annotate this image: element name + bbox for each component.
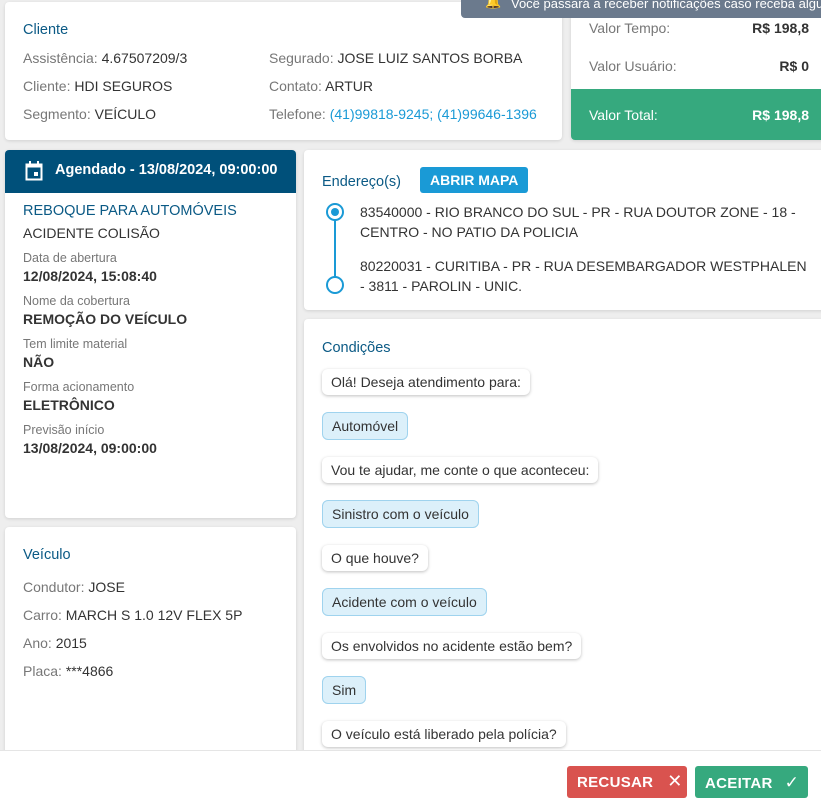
segmento-value: VEÍCULO [94,106,157,122]
label: Valor Usuário: [589,58,677,74]
chat-message-bot: Vou te ajudar, me conte o que aconteceu: [322,457,599,483]
address-destination: 80220031 - CURITIBA - PR - RUA DESEMBARG… [360,258,807,294]
motivo: ACIDENTE COLISÃO [23,225,160,241]
field-value: ELETRÔNICO [23,397,115,413]
field-value: NÃO [23,354,55,370]
recusar-button[interactable]: RECUSAR ✕ [567,766,687,798]
chat-message-user: Sinistro com o veículo [322,500,479,528]
toast-text: Você passará a receber notificações caso… [511,0,821,11]
carro-value: MARCH S 1.0 12V FLEX 5P [65,607,243,623]
label: Segmento: [23,106,91,122]
close-icon: ✕ [667,771,683,791]
label: Valor Total: [589,107,658,123]
chat-message-bot: O veículo está liberado pela polícia? [322,721,566,747]
assistencia-value: 4.67507209/3 [101,50,188,66]
chat-message-bot: Os envolvidos no acidente estão bem? [322,633,582,659]
valor-total: R$ 198,8 [752,107,809,123]
servico-title: REBOQUE PARA AUTOMÓVEIS [23,203,237,219]
label: Telefone: [269,106,326,122]
agendado-title: Agendado - 13/08/2024, 09:00:00 [55,162,278,178]
abrir-mapa-button[interactable]: ABRIR MAPA [420,167,529,193]
address-origin: 83540000 - RIO BRANCO DO SUL - PR - RUA … [360,204,796,240]
origin-marker-icon [326,203,344,221]
valor-usuario: R$ 0 [779,58,809,74]
route-line [334,212,336,282]
aceitar-label: ACEITAR [705,775,773,792]
agendado-header: Agendado - 13/08/2024, 09:00:00 [5,150,296,193]
veiculo-card: Veículo Condutor: JOSE Carro: MARCH S 1.… [5,527,296,767]
field-value: 12/08/2024, 15:08:40 [23,268,157,284]
enderecos-title: Endereço(s) [322,174,401,190]
aceitar-button[interactable]: ACEITAR ✓ [695,766,808,798]
chat-message-bot: Olá! Deseja atendimento para: [322,369,530,395]
cliente-title: Cliente [23,22,69,38]
telefone-link[interactable]: (41)99818-9245; (41)99646-1396 [330,106,537,122]
label: Ano: [23,635,52,651]
placa-value: ***4866 [65,663,114,679]
chat-message-bot: O que houve? [322,545,428,571]
field-value: REMOÇÃO DO VEÍCULO [23,311,188,327]
label: Placa: [23,663,62,679]
notification-toast: 🔔 Você passará a receber notificações ca… [461,0,821,18]
ano-value: 2015 [55,635,87,651]
field-label: Data de abertura [23,251,117,265]
check-icon: ✓ [784,773,800,792]
condutor-value: JOSE [88,579,125,595]
field-label: Tem limite material [23,337,128,351]
veiculo-title: Veículo [23,547,71,563]
valores-card: Valor Tempo: R$ 198,8 Valor Usuário: R$ 0 … [571,0,821,140]
recusar-label: RECUSAR [577,774,654,791]
bell-icon: 🔔 [485,0,502,9]
label: Segurado: [269,50,334,66]
calendar-icon [25,161,43,181]
field-label: Nome da cobertura [23,294,131,308]
cliente-card: Cliente Assistência: 4.67507209/3 Client… [5,2,562,140]
segurado-value: JOSE LUIZ SANTOS BORBA [337,50,523,66]
field-label: Forma acionamento [23,380,135,394]
label: Condutor: [23,579,85,595]
condicoes-card: Condições Olá! Deseja atendimento para: A… [304,319,821,769]
contato-value: ARTUR [325,78,374,94]
field-value: 13/08/2024, 09:00:00 [23,440,157,456]
label: Carro: [23,607,62,623]
field-label: Previsão início [23,423,105,437]
chat-message-user: Automóvel [322,412,409,440]
label: Valor Tempo: [589,20,671,36]
chat-message-user: Acidente com o veículo [322,588,487,616]
cliente-value: HDI SEGUROS [74,78,173,94]
label: Assistência: [23,50,98,66]
valor-tempo: R$ 198,8 [752,20,809,36]
label: Cliente: [23,78,71,94]
destination-marker-icon [326,276,344,294]
condicoes-title: Condições [322,340,391,356]
enderecos-card: Endereço(s) ABRIR MAPA 83540000 - RIO BR… [304,150,821,310]
chat-message-user: Sim [322,676,367,704]
agendado-card: Agendado - 13/08/2024, 09:00:00 REBOQUE … [5,150,296,518]
label: Contato: [269,78,322,94]
